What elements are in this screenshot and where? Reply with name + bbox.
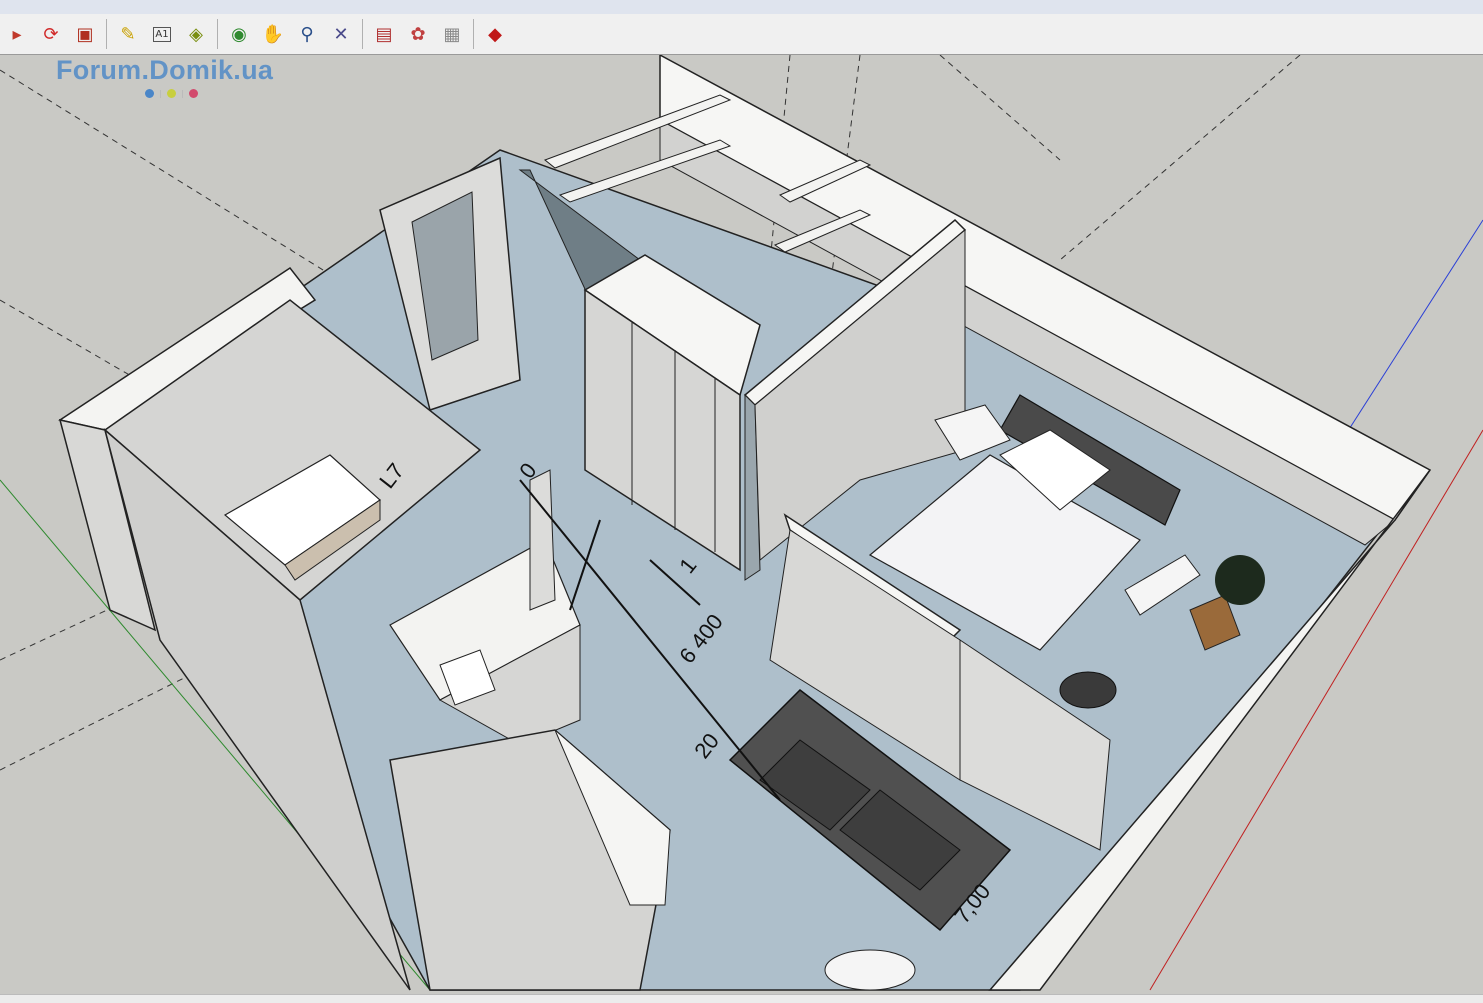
materials-icon: ✿ — [410, 23, 426, 45]
watermark-dot — [189, 89, 198, 98]
styles-button[interactable]: ▦ — [437, 19, 467, 49]
model-viewport[interactable]: 6 400 20 1 7,00 0 L7 — [0, 55, 1483, 994]
watermark-dot — [167, 89, 176, 98]
watermark-dot — [145, 89, 154, 98]
toolbar-separator — [217, 19, 218, 49]
arrow-tool-icon: ▸ — [12, 23, 22, 45]
toolbar-separator — [473, 19, 474, 49]
orbit-refresh-button[interactable]: ⟳ — [36, 19, 66, 49]
watermark-divider — [182, 89, 183, 98]
export-button[interactable]: ▣ — [70, 19, 100, 49]
zoom-icon: ⚲ — [300, 23, 314, 45]
bedroom-chair — [1059, 671, 1117, 709]
materials-button[interactable]: ✿ — [403, 19, 433, 49]
ruby-console-icon: ◆ — [488, 23, 502, 45]
round-table — [824, 949, 916, 991]
model-scene[interactable]: 6 400 20 1 7,00 0 L7 — [0, 55, 1483, 994]
window-title-strip — [0, 0, 1483, 15]
zoom-extents-icon: ✕ — [333, 23, 349, 45]
export-icon: ▣ — [76, 23, 94, 45]
watermark-logo: Forum.Domik.ua — [56, 55, 274, 85]
pan-hand-button[interactable]: ✋ — [258, 19, 288, 49]
ruby-console-button[interactable]: ◆ — [480, 19, 510, 49]
zoom-button[interactable]: ⚲ — [292, 19, 322, 49]
orbit-button[interactable]: ◉ — [224, 19, 254, 49]
main-toolbar: ▸ ⟳ ▣ ✎ A1 ◈ ◉ ✋ ⚲ ✕ ▤ ✿ ▦ ◆ — [0, 14, 1483, 55]
tape-measure-icon: ✎ — [120, 23, 136, 45]
orbit-refresh-icon: ⟳ — [43, 23, 59, 45]
watermark-divider — [160, 89, 161, 98]
pan-hand-icon: ✋ — [261, 23, 285, 45]
text-label-button[interactable]: A1 — [147, 19, 177, 49]
plant-leaves — [1215, 555, 1265, 605]
toolbar-separator — [362, 19, 363, 49]
paint-bucket-icon: ◈ — [189, 23, 203, 45]
orbit-icon: ◉ — [231, 23, 247, 45]
watermark-dots — [145, 89, 198, 98]
styles-icon: ▦ — [443, 23, 461, 45]
toolbar-separator — [106, 19, 107, 49]
kitchen-upper-cabinet — [529, 469, 556, 611]
paint-bucket-button[interactable]: ◈ — [181, 19, 211, 49]
components-button[interactable]: ▤ — [369, 19, 399, 49]
text-label-icon: A1 — [153, 26, 171, 42]
arrow-tool-button[interactable]: ▸ — [2, 19, 32, 49]
tape-measure-button[interactable]: ✎ — [113, 19, 143, 49]
components-icon: ▤ — [375, 23, 393, 45]
zoom-extents-button[interactable]: ✕ — [326, 19, 356, 49]
